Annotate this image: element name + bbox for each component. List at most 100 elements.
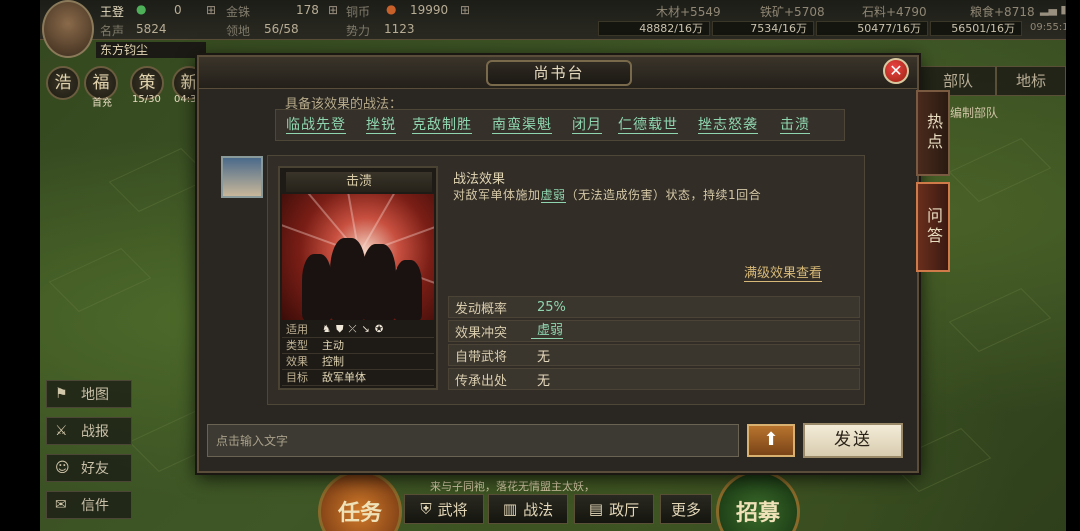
nickname: 东方钧尘 (96, 42, 206, 58)
card-row-units: 适用 ♞ ⛊ ⤫ ↘ ✪ (282, 322, 434, 338)
copper-value: 19990 (410, 3, 449, 17)
gold-label: 金铢 (226, 5, 251, 19)
add-copper-plus-icon[interactable]: ⊞ (460, 3, 470, 17)
gold-value: 178 (296, 3, 319, 17)
land-label: 领地 (226, 24, 251, 38)
mail-label: 信件 (81, 498, 109, 514)
tactic-link[interactable]: 挫锐 (366, 117, 396, 134)
dialog-header: 尚书台 ✕ (199, 57, 917, 89)
generals-button[interactable]: ⛨ 武将 (404, 494, 484, 524)
copper-icon: ● (386, 2, 397, 16)
battle-report-icon: ⚔ (55, 423, 68, 439)
first-charge-label: 首充 (92, 98, 112, 109)
send-button[interactable]: 发送 (803, 423, 903, 458)
tactic-link[interactable]: 南蛮渠魁 (492, 117, 552, 134)
card-row-effect: 效果 控制 (282, 354, 434, 370)
cavalry-icon: ♞ (322, 323, 331, 335)
formation-label: 编制部队 (950, 106, 999, 120)
land-value: 56/58 (264, 22, 299, 36)
card-row-target: 目标 敌军单体 (282, 370, 434, 386)
attr-row-own-general: 自带武将无 (448, 344, 860, 366)
grain-total: 56501/16万 (930, 21, 1022, 36)
jade-icon: ● (136, 2, 147, 16)
tactic-card-name: 击溃 (286, 172, 432, 192)
chat-input[interactable] (207, 424, 739, 457)
add-copper-icon[interactable]: ⊞ (328, 3, 338, 17)
scroll-up-button[interactable]: ⬆ (747, 424, 795, 457)
tab-qa[interactable]: 问答 (916, 182, 950, 272)
tab-marker[interactable]: 地标 (996, 66, 1066, 96)
tactic-link[interactable]: 击溃 (780, 117, 810, 134)
status-link-weak[interactable]: 虚弱 (540, 188, 566, 203)
bow-icon: ⤫ (348, 323, 357, 335)
conflict-link[interactable]: 虚弱 (531, 323, 564, 339)
stat-hao[interactable]: 浩 (46, 66, 80, 100)
chat-input-row: ⬆ 发送 (207, 421, 911, 459)
tactic-link[interactable]: 闭月 (572, 117, 602, 134)
tactic-attributes: 发动概率 25% 效果冲突 虚弱 自带武将无 传承出处无 (448, 296, 860, 392)
map-icon: ⚑ (55, 386, 68, 402)
wood-total: 48882/16万 (598, 21, 710, 36)
siege-icon: ✪ (374, 323, 384, 335)
map-label: 地图 (81, 387, 109, 403)
iron-income: 铁矿+5708 (760, 5, 825, 19)
soldier-silhouette (302, 254, 332, 320)
mail-button[interactable]: ✉ 信件 (46, 491, 132, 519)
tactic-link[interactable]: 仁德载世 (618, 117, 678, 134)
stone-income: 石料+4790 (862, 5, 927, 19)
tab-hot[interactable]: 热点 (916, 90, 950, 176)
fame-value: 5824 (136, 22, 167, 36)
tactic-link[interactable]: 克敌制胜 (412, 117, 472, 134)
advisor-avatar (221, 156, 263, 198)
effect-description: 对敌军单体施加虚弱（无法造成伤害）状态，持续1回合 (453, 188, 762, 203)
map-tile (948, 138, 1052, 202)
power-label: 势力 (346, 24, 371, 38)
friends-button[interactable]: ☺ 好友 (46, 454, 132, 482)
grain-income: 粮食+8718 (970, 5, 1035, 19)
left-frame (0, 0, 40, 531)
power-value: 1123 (384, 22, 415, 36)
policy-counter: 15/30 (132, 94, 161, 105)
jade-value: 0 (174, 3, 182, 17)
tactic-link-panel: 临战先登 挫锐 克敌制胜 南蛮渠魁 闭月 仁德载世 挫志怒袭 击溃 (275, 109, 845, 141)
tactics-icon: ▥ (502, 500, 518, 518)
map-tile (48, 248, 152, 312)
card-row-type: 类型 主动 (282, 338, 434, 354)
attr-row-conflict: 效果冲突 虚弱 (448, 320, 860, 342)
stone-total: 50477/16万 (816, 21, 928, 36)
news-ticker: 来与子同袍，落花无情盟主太妖， (430, 480, 595, 493)
player-name: 王登 (100, 5, 125, 19)
soldier-silhouette (394, 260, 422, 320)
max-level-effect-link[interactable]: 满级效果查看 (744, 262, 823, 282)
message-scroll-area[interactable]: 具备该效果的战法： 临战先登 挫锐 克敌制胜 南蛮渠魁 闭月 仁德载世 挫志怒袭… (209, 91, 913, 413)
attr-row-inherit-source: 传承出处无 (448, 368, 860, 390)
copper-label: 铜币 (346, 5, 371, 19)
tactics-button[interactable]: ▥ 战法 (488, 494, 568, 524)
friends-icon: ☺ (55, 460, 70, 476)
map-button[interactable]: ⚑ 地图 (46, 380, 132, 408)
generals-icon: ⛨ (420, 500, 432, 518)
battle-report-label: 战报 (81, 424, 109, 440)
iron-total: 7534/16万 (712, 21, 814, 36)
shield-icon: ⛊ (335, 323, 344, 335)
mail-icon: ✉ (55, 497, 67, 513)
battle-report-button[interactable]: ⚔ 战报 (46, 417, 132, 445)
more-button[interactable]: 更多 (660, 494, 712, 524)
add-gold-icon[interactable]: ⊞ (206, 3, 216, 17)
hall-icon: ▤ (588, 500, 604, 518)
effect-title: 战法效果 (453, 172, 506, 187)
tactic-card[interactable]: 击溃 适用 ♞ ⛊ ⤫ ↘ ✪ 类型 主动 效果 控制 目标 敌军单体 (278, 166, 438, 390)
tactic-link[interactable]: 挫志怒袭 (698, 117, 758, 134)
map-tile (108, 148, 212, 212)
hall-button[interactable]: ▤ 政厅 (574, 494, 654, 524)
wood-income: 木材+5549 (656, 5, 721, 19)
tactic-link[interactable]: 临战先登 (286, 117, 346, 134)
resource-bar: 王登 ● 0 ⊞ 金铢 178 ⊞ 铜币 ● 19990 ⊞ 名声 5824 领… (40, 0, 1075, 40)
friends-label: 好友 (81, 461, 109, 477)
signal-icon: ▂▄ ▮ (1040, 3, 1067, 16)
tactic-info-message: 击溃 适用 ♞ ⛊ ⤫ ↘ ✪ 类型 主动 效果 控制 目标 敌军单体 战法效果… (267, 155, 865, 405)
player-avatar[interactable] (42, 0, 94, 58)
tactic-card-art (282, 194, 434, 320)
close-icon[interactable]: ✕ (883, 58, 909, 84)
right-frame (1066, 0, 1080, 531)
